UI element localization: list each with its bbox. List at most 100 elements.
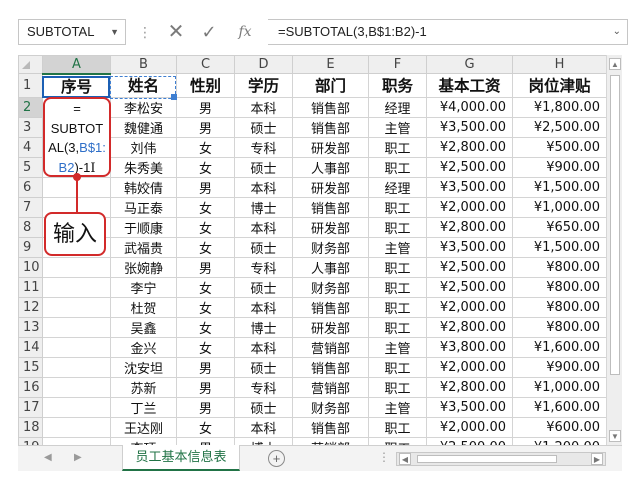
allowance-cell[interactable]: ¥800.00 xyxy=(512,276,607,298)
education-cell[interactable]: 博士 xyxy=(234,196,293,218)
name-cell[interactable]: 金兴 xyxy=(110,336,177,358)
title-cell[interactable]: 职工 xyxy=(368,376,427,398)
name-cell[interactable]: 苏新 xyxy=(110,376,177,398)
education-cell[interactable]: 本科 xyxy=(234,336,293,358)
formula-input[interactable]: =SUBTOTAL(3,B$1:B2)-1 ⌄ xyxy=(268,19,628,45)
gender-cell[interactable]: 女 xyxy=(176,216,235,238)
allowance-cell[interactable]: ¥1,500.00 xyxy=(512,236,607,258)
base-salary-cell[interactable]: ¥2,800.00 xyxy=(426,316,513,338)
name-box-dropdown-icon[interactable]: ▼ xyxy=(110,20,119,44)
department-cell[interactable]: 财务部 xyxy=(292,236,369,258)
department-cell[interactable]: 研发部 xyxy=(292,176,369,198)
horizontal-scrollbar[interactable]: ◀ ▶ xyxy=(396,452,606,466)
row-header[interactable]: 2 xyxy=(18,96,43,118)
gender-cell[interactable]: 女 xyxy=(176,156,235,178)
row-header[interactable]: 15 xyxy=(18,356,43,378)
column-header-g[interactable]: G xyxy=(426,55,513,74)
education-cell[interactable]: 硕士 xyxy=(234,156,293,178)
column-header-h[interactable]: H xyxy=(512,55,607,74)
row-header[interactable]: 10 xyxy=(18,256,43,278)
add-sheet-icon[interactable]: + xyxy=(268,450,285,467)
sequence-cell[interactable] xyxy=(42,336,111,358)
select-all-triangle-icon[interactable] xyxy=(22,61,30,69)
department-cell[interactable]: 销售部 xyxy=(292,96,369,118)
column-header-f[interactable]: F xyxy=(368,55,427,74)
vertical-scroll-thumb[interactable] xyxy=(610,75,620,375)
row-header[interactable]: 4 xyxy=(18,136,43,158)
name-cell[interactable]: 刘伟 xyxy=(110,136,177,158)
allowance-cell[interactable]: ¥800.00 xyxy=(512,316,607,338)
sequence-cell[interactable] xyxy=(42,296,111,318)
allowance-cell[interactable]: ¥800.00 xyxy=(512,296,607,318)
allowance-cell[interactable]: ¥1,000.00 xyxy=(512,376,607,398)
education-cell[interactable]: 专科 xyxy=(234,256,293,278)
allowance-cell[interactable]: ¥2,500.00 xyxy=(512,116,607,138)
base-salary-cell[interactable]: ¥3,500.00 xyxy=(426,116,513,138)
row-header[interactable]: 5 xyxy=(18,156,43,178)
base-salary-cell[interactable]: ¥3,800.00 xyxy=(426,336,513,358)
allowance-cell[interactable]: ¥900.00 xyxy=(512,356,607,378)
prev-sheet-arrow-icon[interactable]: ◀ xyxy=(44,452,52,463)
department-cell[interactable]: 销售部 xyxy=(292,356,369,378)
department-cell[interactable]: 研发部 xyxy=(292,136,369,158)
horizontal-scroll-thumb[interactable] xyxy=(417,455,557,463)
department-cell[interactable]: 销售部 xyxy=(292,116,369,138)
education-cell[interactable]: 本科 xyxy=(234,216,293,238)
title-cell[interactable]: 职工 xyxy=(368,356,427,378)
name-cell[interactable]: 杜贺 xyxy=(110,296,177,318)
name-cell[interactable]: 王达刚 xyxy=(110,416,177,438)
row-header[interactable]: 14 xyxy=(18,336,43,358)
name-cell[interactable]: 沈安坦 xyxy=(110,356,177,378)
sequence-cell[interactable] xyxy=(42,256,111,278)
gender-cell[interactable]: 女 xyxy=(176,336,235,358)
name-cell[interactable]: 张婉静 xyxy=(110,256,177,278)
base-salary-cell[interactable]: ¥2,500.00 xyxy=(426,156,513,178)
gender-cell[interactable]: 男 xyxy=(176,356,235,378)
expand-formula-bar-icon[interactable]: ⌄ xyxy=(613,20,621,44)
name-cell[interactable]: 武福贵 xyxy=(110,236,177,258)
row-header[interactable]: 17 xyxy=(18,396,43,418)
sheet-tab-employee-info[interactable]: 员工基本信息表 xyxy=(122,445,240,471)
education-cell[interactable]: 专科 xyxy=(234,376,293,398)
next-sheet-arrow-icon[interactable]: ▶ xyxy=(74,452,82,463)
insert-function-icon[interactable]: fx xyxy=(233,19,257,45)
row-header[interactable]: 6 xyxy=(18,176,43,198)
row-header[interactable]: 1 xyxy=(18,73,43,98)
allowance-cell[interactable]: ¥600.00 xyxy=(512,416,607,438)
allowance-cell[interactable]: ¥1,600.00 xyxy=(512,396,607,418)
gender-cell[interactable]: 女 xyxy=(176,416,235,438)
sequence-cell[interactable] xyxy=(42,416,111,438)
row-header[interactable]: 3 xyxy=(18,116,43,138)
title-cell[interactable]: 职工 xyxy=(368,256,427,278)
title-cell[interactable]: 主管 xyxy=(368,396,427,418)
title-cell[interactable]: 职工 xyxy=(368,156,427,178)
gender-cell[interactable]: 女 xyxy=(176,196,235,218)
title-cell[interactable]: 职工 xyxy=(368,296,427,318)
row-header[interactable]: 11 xyxy=(18,276,43,298)
row-header[interactable]: 13 xyxy=(18,316,43,338)
column-header-a[interactable]: A xyxy=(42,55,111,75)
scroll-down-arrow-icon[interactable]: ▼ xyxy=(609,430,621,442)
name-cell[interactable]: 马正泰 xyxy=(110,196,177,218)
name-cell[interactable]: 朱秀美 xyxy=(110,156,177,178)
row-header[interactable]: 18 xyxy=(18,416,43,438)
scroll-right-arrow-icon[interactable]: ▶ xyxy=(591,453,603,465)
gender-cell[interactable]: 男 xyxy=(176,256,235,278)
row-header[interactable]: 12 xyxy=(18,296,43,318)
education-cell[interactable]: 本科 xyxy=(234,416,293,438)
education-cell[interactable]: 专科 xyxy=(234,136,293,158)
education-cell[interactable]: 博士 xyxy=(234,316,293,338)
scroll-left-arrow-icon[interactable]: ◀ xyxy=(399,453,411,465)
allowance-cell[interactable]: ¥1,600.00 xyxy=(512,336,607,358)
cancel-icon[interactable]: ✕ xyxy=(164,19,188,45)
department-cell[interactable]: 研发部 xyxy=(292,316,369,338)
sequence-cell[interactable] xyxy=(42,396,111,418)
vertical-scrollbar[interactable]: ▲ ▼ xyxy=(606,55,622,445)
gender-cell[interactable]: 女 xyxy=(176,136,235,158)
allowance-cell[interactable]: ¥500.00 xyxy=(512,136,607,158)
education-cell[interactable]: 硕士 xyxy=(234,356,293,378)
base-salary-cell[interactable]: ¥2,000.00 xyxy=(426,416,513,438)
column-header-c[interactable]: C xyxy=(176,55,235,74)
gender-cell[interactable]: 男 xyxy=(176,96,235,118)
name-box[interactable]: SUBTOTAL ▼ xyxy=(18,19,126,45)
